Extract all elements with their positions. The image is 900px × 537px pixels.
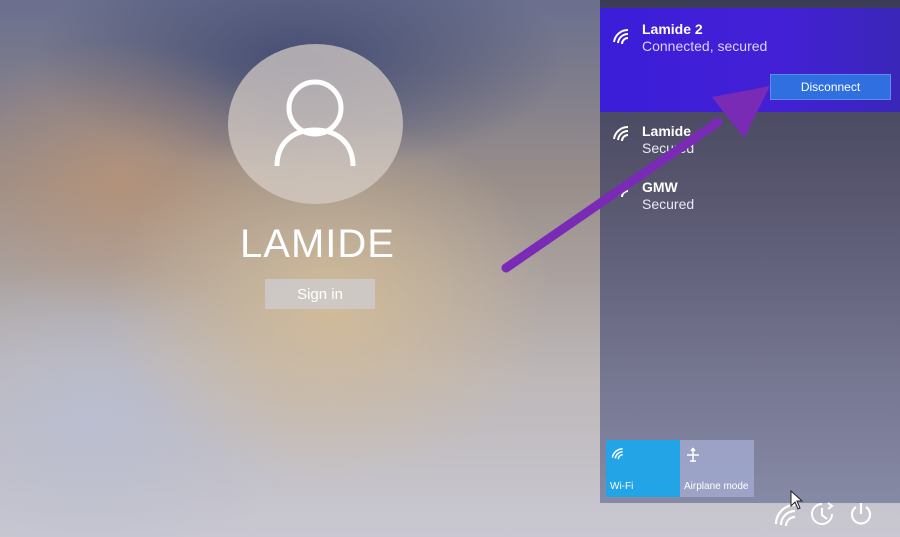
network-name: GMW xyxy=(642,179,678,195)
user-silhouette-icon xyxy=(274,79,356,167)
network-status: Secured xyxy=(642,196,695,212)
sign-in-button[interactable]: Sign in xyxy=(265,279,375,309)
active-network-item[interactable]: Lamide 2 Connected, secured Disconnect xyxy=(600,8,900,112)
airplane-tile-label: Airplane mode xyxy=(684,481,749,492)
active-network-status: Connected, secured xyxy=(642,38,768,54)
user-avatar xyxy=(228,44,403,204)
mouse-cursor-icon xyxy=(790,490,804,510)
wifi-tile-label: Wi-Fi xyxy=(610,481,634,492)
user-name: LAMIDE xyxy=(240,222,395,266)
wifi-icon xyxy=(611,448,623,460)
wifi-signal-icon xyxy=(613,181,629,198)
airplane-icon xyxy=(687,447,699,462)
network-flyout: Lamide 2 Connected, secured Disconnect L… xyxy=(600,0,900,503)
active-network-name: Lamide 2 xyxy=(642,21,703,37)
user-pane: LAMIDE Sign in xyxy=(0,0,600,537)
network-item[interactable]: Lamide Secured xyxy=(600,117,900,173)
wifi-toggle-tile[interactable]: Wi-Fi xyxy=(606,440,680,497)
airplane-mode-tile[interactable]: Airplane mode xyxy=(680,440,754,497)
disconnect-button[interactable]: Disconnect xyxy=(770,74,891,100)
ease-of-access-icon[interactable] xyxy=(808,500,836,528)
network-name: Lamide xyxy=(642,123,692,139)
network-item[interactable]: GMW Secured xyxy=(600,173,900,229)
wifi-signal-icon xyxy=(613,125,629,142)
wifi-signal-icon xyxy=(613,28,629,45)
network-status: Secured xyxy=(642,140,695,156)
power-icon[interactable] xyxy=(848,500,874,528)
